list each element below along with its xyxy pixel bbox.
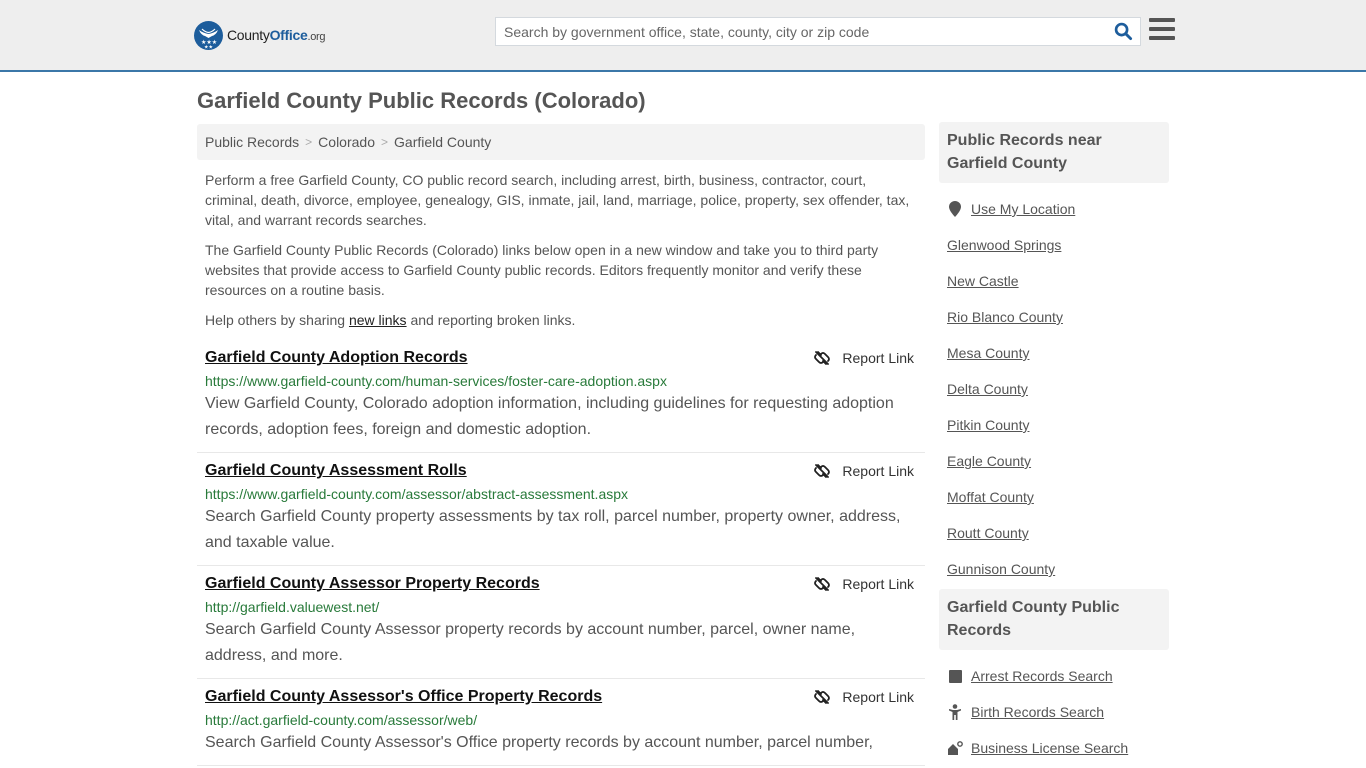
- logo-text-office: Office: [269, 27, 308, 43]
- intro-paragraph-links: The Garfield County Public Records (Colo…: [205, 242, 879, 298]
- county-records-list: Arrest Records Search Birth Records Sear…: [939, 658, 1169, 766]
- search-bar: [495, 17, 1141, 46]
- map-marker-icon: [947, 201, 963, 217]
- broken-link-icon: [814, 577, 831, 591]
- record-description: Search Garfield County Assessor's Office…: [205, 734, 873, 751]
- nearby-item: Moffat County: [947, 479, 1161, 515]
- record-item: Garfield County Assessor Property Record…: [197, 566, 925, 679]
- nearby-link-glenwood-springs[interactable]: Glenwood Springs: [947, 237, 1061, 253]
- site-header: ★★★ ★★ CountyOffice.org: [0, 0, 1366, 72]
- record-url: http://garfield.valuewest.net/: [205, 599, 380, 615]
- record-title-link[interactable]: Garfield County Assessment Rolls: [205, 461, 467, 481]
- record-item: Garfield County Assessor's Office Proper…: [197, 679, 925, 766]
- broken-link-icon: [814, 351, 831, 365]
- broken-link-icon: [814, 464, 831, 478]
- intro-paragraph-help: Help others by sharing new links and rep…: [205, 310, 917, 330]
- record-item: Garfield County Adoption Records Report …: [197, 340, 925, 453]
- record-title-link[interactable]: Garfield County Assessor's Office Proper…: [205, 687, 602, 707]
- search-icon: [1114, 22, 1132, 41]
- county-record-item: Arrest Records Search: [947, 658, 1161, 694]
- intro-paragraph-search: Perform a free Garfield County, CO publi…: [205, 172, 910, 228]
- broken-link-icon: [814, 690, 831, 704]
- nearby-link-pitkin-county[interactable]: Pitkin County: [947, 417, 1029, 433]
- nearby-link-mesa-county[interactable]: Mesa County: [947, 345, 1029, 361]
- breadcrumb-separator: >: [305, 135, 313, 149]
- logo-text-tld: .org: [307, 31, 326, 43]
- nearby-item: Rio Blanco County: [947, 299, 1161, 335]
- records-list: Garfield County Adoption Records Report …: [197, 340, 925, 766]
- nearby-records-list: Use My Location Glenwood Springs New Cas…: [939, 191, 1169, 587]
- breadcrumb-public-records[interactable]: Public Records: [205, 134, 299, 150]
- nearby-item: Routt County: [947, 515, 1161, 551]
- record-url: http://act.garfield-county.com/assessor/…: [205, 712, 478, 728]
- report-link-button[interactable]: Report Link: [814, 689, 914, 705]
- record-description: View Garfield County, Colorado adoption …: [205, 395, 894, 438]
- county-record-item: Business License Search: [947, 730, 1161, 766]
- report-link-label: Report Link: [842, 576, 914, 592]
- nearby-link-gunnison-county[interactable]: Gunnison County: [947, 561, 1055, 577]
- nearby-link-new-castle[interactable]: New Castle: [947, 273, 1019, 289]
- nearby-item: New Castle: [947, 263, 1161, 299]
- record-description: Search Garfield County property assessme…: [205, 508, 901, 551]
- arrest-records-search-link[interactable]: Arrest Records Search: [971, 668, 1113, 684]
- county-record-item: Birth Records Search: [947, 694, 1161, 730]
- logo-eagle-icon: ★★★ ★★: [194, 20, 223, 50]
- nearby-item: Pitkin County: [947, 407, 1161, 443]
- sidebar: Public Records near Garfield County Use …: [939, 122, 1169, 766]
- nearby-link-moffat-county[interactable]: Moffat County: [947, 489, 1034, 505]
- breadcrumb-garfield-county[interactable]: Garfield County: [394, 134, 491, 150]
- hamburger-menu-icon-bar: [1149, 27, 1175, 31]
- use-my-location-item: Use My Location: [947, 191, 1161, 227]
- nearby-item: Mesa County: [947, 335, 1161, 371]
- report-link-button[interactable]: Report Link: [814, 350, 914, 366]
- nearby-link-routt-county[interactable]: Routt County: [947, 525, 1029, 541]
- record-description: Search Garfield County Assessor property…: [205, 621, 856, 664]
- child-icon: [947, 704, 963, 720]
- new-links-link[interactable]: new links: [349, 312, 407, 328]
- breadcrumb-colorado[interactable]: Colorado: [318, 134, 375, 150]
- use-my-location-link[interactable]: Use My Location: [971, 201, 1075, 217]
- nearby-item: Eagle County: [947, 443, 1161, 479]
- breadcrumb-separator: >: [381, 135, 389, 149]
- hamburger-menu-icon-bar: [1149, 18, 1175, 22]
- business-gear-icon: [947, 741, 963, 755]
- birth-records-search-link[interactable]: Birth Records Search: [971, 704, 1104, 720]
- report-link-button[interactable]: Report Link: [814, 576, 914, 592]
- svg-text:★★: ★★: [204, 44, 213, 50]
- report-link-label: Report Link: [842, 463, 914, 479]
- report-link-label: Report Link: [842, 689, 914, 705]
- search-input[interactable]: [496, 18, 1106, 45]
- record-title-link[interactable]: Garfield County Adoption Records: [205, 348, 468, 368]
- hamburger-menu-icon-bar: [1149, 36, 1175, 40]
- search-button[interactable]: [1106, 18, 1140, 45]
- site-logo[interactable]: ★★★ ★★ CountyOffice.org: [194, 20, 326, 50]
- record-title-link[interactable]: Garfield County Assessor Property Record…: [205, 574, 540, 594]
- square-icon: [947, 669, 963, 683]
- nearby-item: Gunnison County: [947, 551, 1161, 587]
- nearby-item: Delta County: [947, 371, 1161, 407]
- help-text-after: and reporting broken links.: [406, 312, 576, 328]
- record-url: https://www.garfield-county.com/human-se…: [205, 373, 667, 389]
- nearby-link-rio-blanco-county[interactable]: Rio Blanco County: [947, 309, 1063, 325]
- report-link-button[interactable]: Report Link: [814, 463, 914, 479]
- nearby-records-heading: Public Records near Garfield County: [939, 122, 1169, 183]
- logo-text: CountyOffice.org: [227, 27, 326, 43]
- page-title: Garfield County Public Records (Colorado…: [197, 88, 646, 113]
- nearby-item: Glenwood Springs: [947, 227, 1161, 263]
- county-records-heading: Garfield County Public Records: [939, 589, 1169, 650]
- business-license-search-link[interactable]: Business License Search: [971, 740, 1128, 756]
- help-text-before: Help others by sharing: [205, 312, 349, 328]
- nearby-link-eagle-county[interactable]: Eagle County: [947, 453, 1031, 469]
- intro-text: Perform a free Garfield County, CO publi…: [197, 170, 925, 330]
- nearby-link-delta-county[interactable]: Delta County: [947, 381, 1028, 397]
- record-item: Garfield County Assessment Rolls Report …: [197, 453, 925, 566]
- record-url: https://www.garfield-county.com/assessor…: [205, 486, 629, 502]
- hamburger-menu-button[interactable]: [1149, 18, 1175, 44]
- report-link-label: Report Link: [842, 350, 914, 366]
- breadcrumb: Public Records > Colorado > Garfield Cou…: [197, 124, 925, 160]
- main-content: Public Records > Colorado > Garfield Cou…: [197, 124, 925, 766]
- logo-text-county: County: [227, 27, 270, 43]
